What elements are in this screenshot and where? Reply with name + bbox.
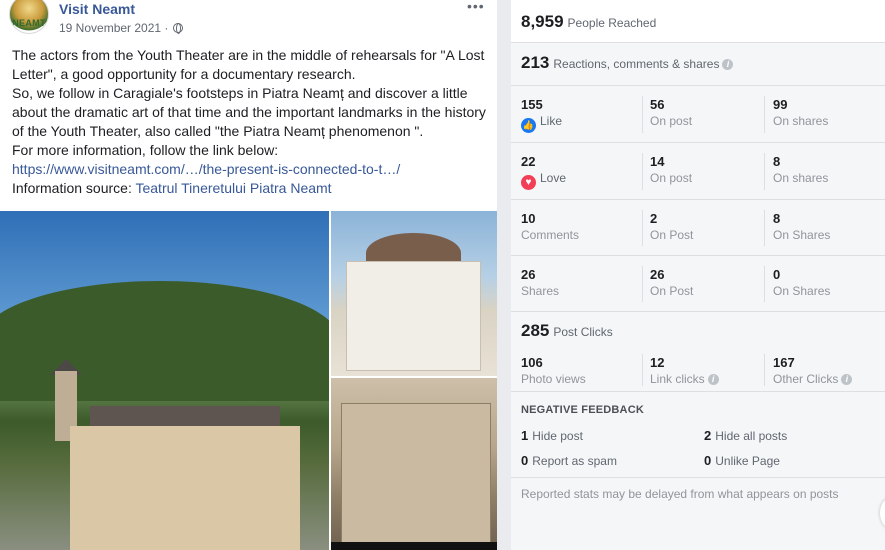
- love-on-shares-value: 8: [773, 154, 781, 169]
- reactions-value: 213: [521, 53, 550, 72]
- post-clicks-row: 285 Post Clicks 106 Photo views 12 Link c…: [511, 312, 885, 392]
- shares-total: 26: [521, 267, 536, 282]
- shares-on-shares-label: On Shares: [773, 284, 831, 298]
- photo-collage: [0, 211, 497, 550]
- like-on-post-label: On post: [650, 114, 693, 128]
- post-external-link[interactable]: https://www.visitneamt.com/…/the-present…: [12, 161, 400, 177]
- comments-on-shares-value: 8: [773, 211, 781, 226]
- info-icon[interactable]: i: [707, 374, 719, 385]
- source-label: Information source:: [12, 180, 132, 196]
- shares-label: Shares: [521, 284, 560, 298]
- page-name-link[interactable]: Visit Neamt: [59, 1, 135, 17]
- comments-row: 10 Comments 2 On Post 8 On Shares: [511, 200, 885, 256]
- unlike-page-stat: 0 Unlike Page: [704, 453, 780, 468]
- post-card: NEAMT Visit Neamt 19 November 2021 · •••…: [0, 0, 497, 550]
- photo-views-label: Photo views: [521, 372, 586, 386]
- globe-icon: [173, 23, 183, 34]
- post-body-text: The actors from the Youth Theater are in…: [12, 46, 490, 198]
- shares-on-post-value: 26: [650, 267, 665, 282]
- love-on-shares-label: On shares: [773, 171, 829, 185]
- people-reached-row: 8,959 People Reached: [511, 0, 885, 43]
- photo-historic-building[interactable]: [331, 378, 497, 550]
- source-page-link[interactable]: Teatrul Tineretului Piatra Neamt: [135, 180, 331, 196]
- post-insights-panel: 8,959 People Reached 213 Reactions, commen…: [511, 0, 885, 550]
- like-row: 155 👍 Like 56 On post 99 On shares: [511, 86, 885, 143]
- shares-on-post-label: On Post: [650, 284, 694, 298]
- shares-on-shares-value: 0: [773, 267, 781, 282]
- like-total: 155: [521, 97, 543, 112]
- comments-on-post-value: 2: [650, 211, 658, 226]
- post-paragraph: The actors from the Youth Theater are in…: [12, 47, 485, 82]
- link-clicks-value: 12: [650, 355, 665, 370]
- comments-on-post-label: On Post: [650, 228, 694, 242]
- comments-on-shares-label: On Shares: [773, 228, 831, 242]
- other-clicks-value: 167: [773, 355, 795, 370]
- post-clicks-label: Post Clicks: [553, 325, 613, 339]
- love-total: 22: [521, 154, 536, 169]
- post-paragraph: For more information, follow the link be…: [12, 142, 279, 158]
- photo-views-value: 106: [521, 355, 543, 370]
- people-reached-label: People Reached: [567, 16, 657, 30]
- comments-total: 10: [521, 211, 536, 226]
- avatar-logo-text: NEAMT: [12, 18, 46, 28]
- like-label: Like: [540, 114, 563, 128]
- negative-feedback-title: NEGATIVE FEEDBACK: [521, 404, 644, 416]
- reactions-row: 213 Reactions, comments & shares i: [511, 43, 885, 86]
- hide-post-stat: 1 Hide post: [521, 428, 583, 443]
- post-date[interactable]: 19 November 2021 ·: [59, 21, 168, 35]
- love-icon: ♥: [521, 175, 536, 190]
- info-icon[interactable]: i: [722, 59, 734, 70]
- like-icon: 👍: [521, 118, 536, 133]
- comments-label: Comments: [521, 228, 580, 242]
- post-paragraph: So, we follow in Caragiale's footsteps i…: [12, 85, 486, 139]
- scroll-handle[interactable]: [880, 497, 885, 529]
- post-header: NEAMT Visit Neamt 19 November 2021 · •••: [0, 0, 497, 42]
- hide-all-posts-stat: 2 Hide all posts: [704, 428, 788, 443]
- page-avatar[interactable]: NEAMT: [9, 0, 49, 34]
- post-clicks-value: 285: [521, 321, 550, 340]
- love-on-post-label: On post: [650, 171, 693, 185]
- love-on-post-value: 14: [650, 154, 665, 169]
- stats-delay-footnote: Reported stats may be delayed from what …: [521, 487, 839, 501]
- love-label: Love: [540, 171, 567, 185]
- like-on-post-value: 56: [650, 97, 665, 112]
- other-clicks-label: Other Clicks: [773, 372, 839, 386]
- photo-theater-facade[interactable]: [331, 211, 497, 376]
- report-spam-stat: 0 Report as spam: [521, 453, 617, 468]
- info-icon[interactable]: i: [841, 374, 853, 385]
- people-reached-value: 8,959: [521, 12, 564, 31]
- reactions-label: Reactions, comments & shares: [553, 57, 720, 71]
- shares-row: 26 Shares 26 On Post 0 On Shares: [511, 256, 885, 312]
- photo-theater-aerial[interactable]: [0, 211, 329, 550]
- more-options-icon[interactable]: •••: [467, 0, 485, 14]
- link-clicks-label: Link clicks: [650, 372, 705, 386]
- panel-divider: [497, 0, 511, 550]
- love-row: 22 ♥ Love 14 On post 8 On shares: [511, 143, 885, 200]
- like-on-shares-value: 99: [773, 97, 788, 112]
- like-on-shares-label: On shares: [773, 114, 829, 128]
